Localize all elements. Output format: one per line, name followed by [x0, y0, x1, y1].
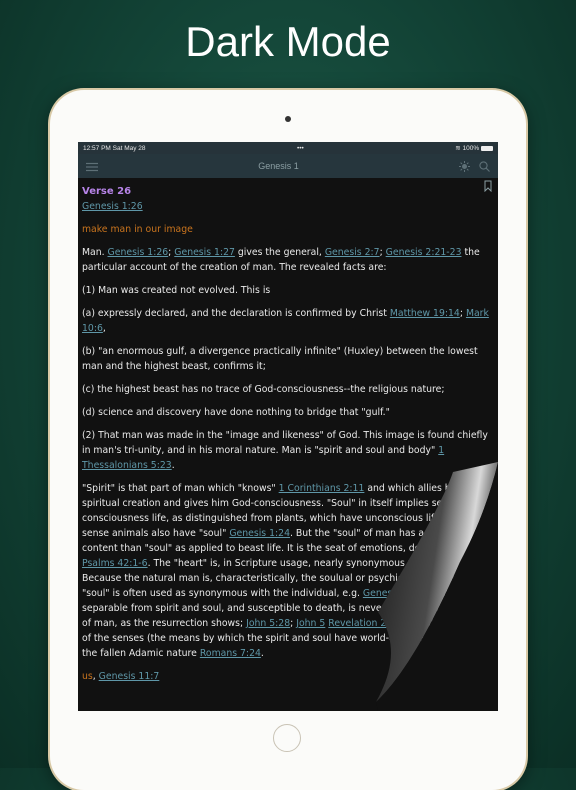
highlight-phrase: us	[82, 671, 93, 682]
hamburger-icon[interactable]	[86, 157, 98, 176]
camera	[285, 116, 291, 122]
text-segment: (d) science and discovery have done noth…	[82, 407, 390, 418]
status-bar: 12:57 PM Sat May 28 ••• ≋ 100%	[78, 142, 498, 154]
commentary-paragraph: (2) That man was made in the "image and …	[82, 428, 494, 473]
scripture-link[interactable]: Matthew 19:14	[390, 308, 460, 319]
wifi-icon: ≋	[455, 145, 461, 152]
commentary-paragraph: make man in our image	[82, 222, 494, 237]
scripture-link[interactable]: Revelation 20:11-13	[328, 618, 422, 629]
text-segment: "Spirit" is that part of man which "know…	[82, 483, 279, 494]
text-segment: gives the general,	[234, 247, 325, 258]
text-segment: Man.	[82, 247, 108, 258]
scripture-link[interactable]: Genesis 1:24	[229, 528, 290, 539]
verse-label: Verse 26	[82, 186, 132, 197]
commentary-paragraph: (b) "an enormous gulf, a divergence prac…	[82, 344, 494, 374]
text-segment: (2) That man was made in the "image and …	[82, 430, 488, 456]
battery-percent: 100%	[462, 145, 480, 152]
text-segment: (1) Man was created not evolved. This is	[82, 285, 271, 296]
app-screen: 12:57 PM Sat May 28 ••• ≋ 100% Genesis 1…	[78, 142, 498, 711]
scripture-link[interactable]: Genesis 2:21-23	[386, 247, 462, 258]
commentary-paragraph: "Spirit" is that part of man which "know…	[82, 481, 494, 661]
scripture-link[interactable]: Genesis 2:7	[325, 247, 380, 258]
status-time: 12:57 PM Sat May 28	[83, 144, 146, 152]
highlight-phrase: make man in our image	[82, 224, 193, 235]
headline: Dark Mode	[185, 18, 391, 65]
commentary-paragraph: (1) Man was created not evolved. This is	[82, 283, 494, 298]
search-icon[interactable]	[479, 157, 490, 176]
commentary-paragraph: (d) science and discovery have done noth…	[82, 405, 494, 420]
commentary-paragraph: (a) expressly declared, and the declarat…	[82, 306, 494, 336]
text-segment: (c) the highest beast has no trace of Go…	[82, 384, 445, 395]
scripture-link[interactable]: 1 Corinthians 2:11	[279, 483, 365, 494]
battery-icon	[480, 145, 493, 151]
commentary-paragraph: Man. Genesis 1:26; Genesis 1:27 gives th…	[82, 245, 494, 275]
scripture-link[interactable]: Psalms 42:1-6	[82, 558, 148, 569]
verse-ref-link[interactable]: Genesis 1:26	[82, 201, 143, 212]
scripture-link[interactable]: Genesis	[363, 588, 400, 599]
status-dots: •••	[296, 144, 304, 152]
scripture-link[interactable]: Genesis 11:7	[99, 671, 160, 682]
text-segment: .	[171, 460, 175, 471]
paragraphs: make man in our image Man. Genesis 1:26; …	[82, 222, 494, 684]
text-segment: (b) "an enormous gulf, a divergence prac…	[82, 346, 478, 372]
commentary-content: Verse 26 Genesis 1:26 make man in our im…	[78, 178, 498, 698]
scripture-link[interactable]: Genesis 1:26	[108, 247, 169, 258]
home-button[interactable]	[273, 724, 301, 752]
text-segment: .	[260, 648, 264, 659]
commentary-paragraph: us, Genesis 11:7	[82, 669, 494, 684]
battery-status: ≋ 100%	[455, 144, 493, 152]
scripture-link[interactable]: Romans 7:24	[200, 648, 261, 659]
text-segment: (a) expressly declared, and the declarat…	[82, 308, 390, 319]
text-segment: ,	[102, 323, 106, 334]
nav-title: Genesis 1	[258, 161, 299, 171]
scripture-link[interactable]: John 5:28	[246, 618, 290, 629]
brightness-icon[interactable]	[459, 157, 470, 176]
scripture-link[interactable]: Genesis 1:27	[174, 247, 235, 258]
bookmark-icon[interactable]	[484, 180, 492, 197]
scripture-link[interactable]: John 5	[296, 618, 325, 629]
nav-bar: Genesis 1	[78, 154, 498, 178]
commentary-paragraph: (c) the highest beast has no trace of Go…	[82, 382, 494, 397]
